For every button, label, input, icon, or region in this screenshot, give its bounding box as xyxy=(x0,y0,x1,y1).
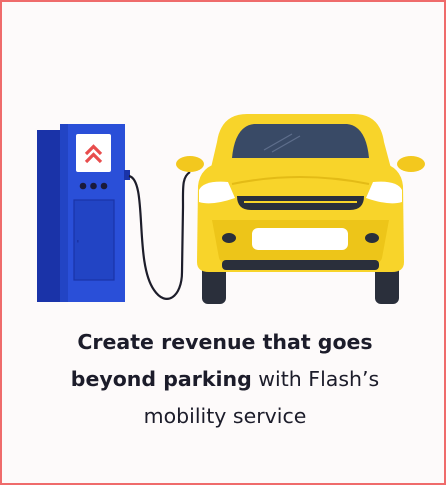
ev-charging-illustration xyxy=(37,114,425,304)
promo-card: Create revenue that goes beyond parking … xyxy=(0,0,446,485)
charging-cable-icon xyxy=(128,171,191,300)
yellow-car-icon xyxy=(176,114,425,304)
promo-caption: Create revenue that goes beyond parking … xyxy=(42,324,408,435)
ev-charging-station-icon xyxy=(37,124,130,302)
